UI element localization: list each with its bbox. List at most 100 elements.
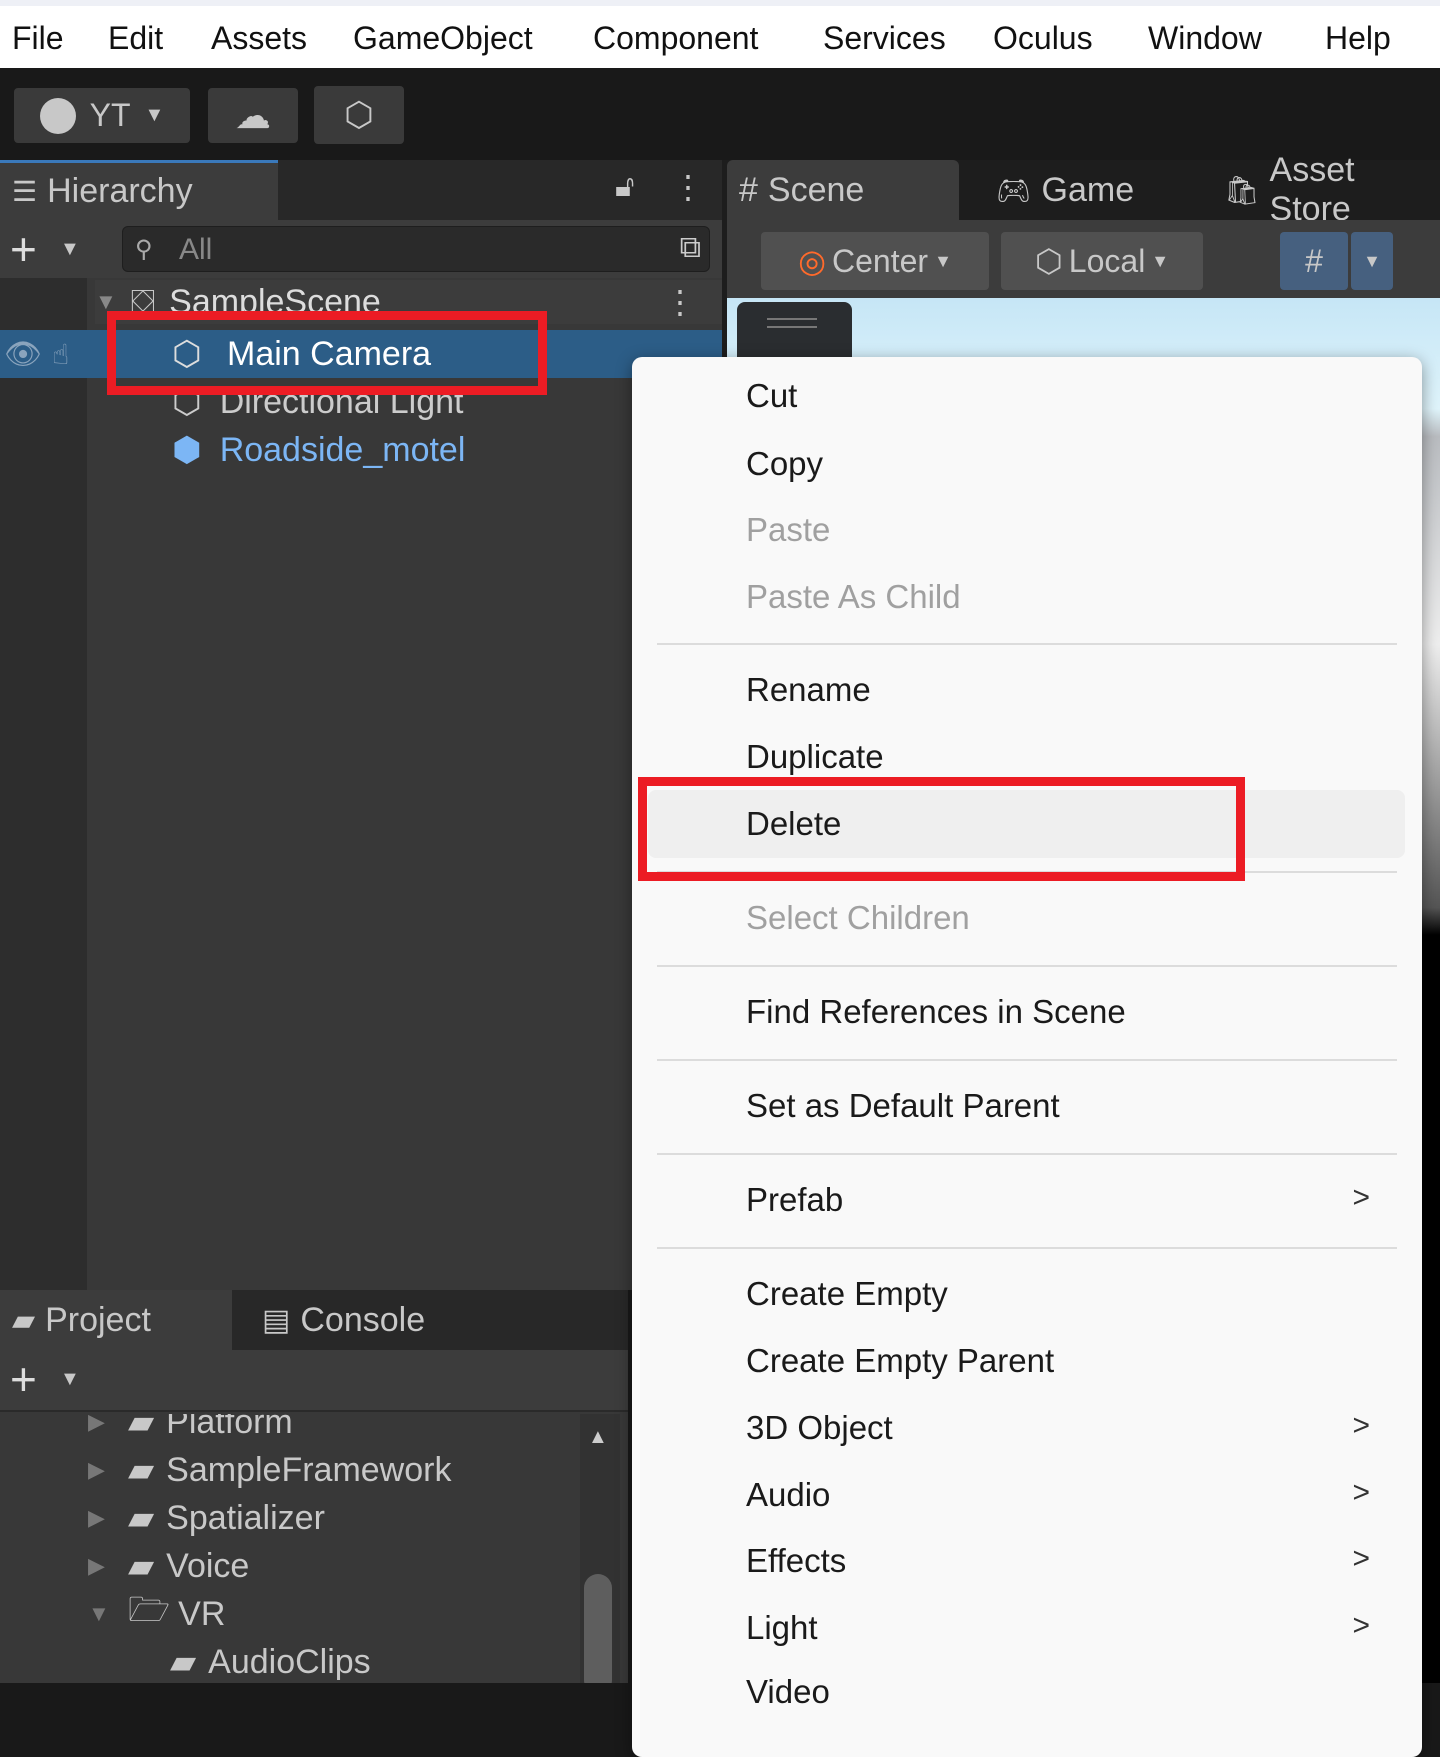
item-label: Roadside_motel <box>219 430 466 469</box>
tab-scene[interactable]: # Scene <box>727 160 959 220</box>
account-button[interactable]: YT ▼ <box>14 88 190 143</box>
folder-item[interactable]: ▶ ▰ Voice <box>88 1542 249 1590</box>
search-placeholder: All <box>179 233 213 266</box>
menu-item-effects[interactable]: Effects <box>746 1542 846 1580</box>
menu-services[interactable]: Services <box>823 20 946 57</box>
lock-icon[interactable]: 🔓︎ <box>615 170 634 204</box>
folder-item[interactable]: ▶ ▰ SampleFramework <box>88 1446 451 1494</box>
menu-item-audio[interactable]: Audio <box>746 1476 830 1514</box>
menu-gameobject[interactable]: GameObject <box>353 20 533 57</box>
folder-item[interactable]: ▶ ▰ Platform <box>88 1414 293 1446</box>
tab-game[interactable]: 🎮︎ Game <box>984 160 1134 220</box>
tab-console[interactable]: ▤ Console <box>250 1290 425 1350</box>
menu-item-video[interactable]: Video <box>746 1673 830 1711</box>
menu-bar: File Edit Assets GameObject Component Se… <box>0 0 1440 68</box>
chevron-down-icon[interactable]: ▼ <box>60 1368 80 1391</box>
pivot-icon: ◎ <box>798 243 827 279</box>
list-item[interactable]: ⬢ Roadside_motel <box>172 426 465 474</box>
folder-icon: ▰ <box>12 1303 36 1337</box>
menu-item-light[interactable]: Light <box>746 1609 818 1647</box>
menu-edit[interactable]: Edit <box>108 20 163 57</box>
overlay-menu-handle[interactable] <box>737 302 852 362</box>
menu-item-3d-object[interactable]: 3D Object <box>746 1409 893 1447</box>
menu-assets[interactable]: Assets <box>211 20 307 57</box>
search-input[interactable]: ⚲ All ⧉ <box>122 226 710 272</box>
grid-snap-dropdown[interactable]: ▼ <box>1351 232 1393 290</box>
expand-arrow-icon[interactable]: ▶ <box>88 1553 128 1579</box>
eye-icon[interactable]: 👁︎ <box>4 337 42 372</box>
menu-item-cut[interactable]: Cut <box>746 377 797 415</box>
menu-separator <box>657 1153 1397 1155</box>
more-icon[interactable]: ⋮ <box>672 168 704 206</box>
hamburger-icon <box>767 318 817 328</box>
folder-icon: ▰ <box>128 1414 155 1441</box>
menu-item-find-references[interactable]: Find References in Scene <box>746 993 1126 1031</box>
folder-label: Platform <box>166 1414 293 1441</box>
add-icon[interactable]: + <box>10 222 37 276</box>
expand-arrow-icon[interactable]: ▶ <box>88 1414 128 1435</box>
menu-item-duplicate[interactable]: Duplicate <box>746 738 884 776</box>
menu-oculus[interactable]: Oculus <box>993 20 1093 57</box>
tab-hierarchy[interactable]: ☰ Hierarchy <box>0 160 278 220</box>
menu-item-create-empty[interactable]: Create Empty <box>746 1275 948 1313</box>
cloud-button[interactable]: ☁ <box>208 88 298 143</box>
menu-item-paste-as-child: Paste As Child <box>746 578 961 615</box>
menu-file[interactable]: File <box>12 20 64 57</box>
menu-item-prefab[interactable]: Prefab <box>746 1181 843 1219</box>
tab-label: Project <box>45 1300 151 1339</box>
cloud-icon: ☁ <box>235 94 271 136</box>
tab-asset-store[interactable]: 🛍︎ Asset Store <box>1212 151 1440 228</box>
shopping-bag-icon: 🛍︎ <box>1224 174 1260 206</box>
folder-icon: ▰ <box>170 1643 197 1681</box>
pivot-center-dropdown[interactable]: ◎ Center ▼ <box>761 232 989 290</box>
menu-item-copy[interactable]: Copy <box>746 445 823 483</box>
expand-arrow-icon[interactable]: ▶ <box>88 1457 128 1483</box>
tab-label: Game <box>1041 170 1135 209</box>
chevron-down-icon[interactable]: ▼ <box>60 238 80 261</box>
highlight-box-main-camera <box>107 311 547 395</box>
tab-label: Scene <box>767 170 865 209</box>
menu-item-create-empty-parent[interactable]: Create Empty Parent <box>746 1342 1054 1380</box>
more-icon[interactable]: ⋮ <box>664 283 696 321</box>
collapse-arrow-icon[interactable]: ▼ <box>88 1601 128 1627</box>
scene-search-icon[interactable]: ⧉ <box>680 231 701 265</box>
menu-help[interactable]: Help <box>1325 20 1391 57</box>
hierarchy-tabbar: ☰ Hierarchy 🔓︎ ⋮ <box>0 160 722 220</box>
folder-item[interactable]: ▰ AudioClips <box>170 1638 371 1683</box>
pick-hand-icon[interactable]: ☝︎ <box>52 338 69 371</box>
user-icon <box>39 97 76 134</box>
menu-item-rename[interactable]: Rename <box>746 671 871 709</box>
hierarchy-toolbar: + ▼ ⚲ All ⧉ <box>0 220 722 278</box>
folder-label: Spatializer <box>166 1498 325 1537</box>
add-icon[interactable]: + <box>10 1352 37 1406</box>
list-icon: ☰ <box>12 176 38 207</box>
gamepad-icon: 🎮︎ <box>996 174 1032 206</box>
menu-item-select-children: Select Children <box>746 899 970 936</box>
tab-label: Hierarchy <box>47 172 193 210</box>
folder-icon: ▰ <box>128 1451 155 1489</box>
pivot-label: Center <box>832 242 929 279</box>
grid-snap-button[interactable]: # <box>1280 232 1348 290</box>
grid-icon: # <box>739 170 758 209</box>
space-local-dropdown[interactable]: ⬡ Local ▼ <box>1001 232 1203 290</box>
folder-item[interactable]: ▼ 🗁︎ VR <box>88 1590 225 1638</box>
context-menu: Cut Copy Paste Paste As Child Rename Dup… <box>632 357 1422 1757</box>
chevron-right-icon: > <box>1352 1409 1370 1442</box>
folder-item[interactable]: ▶ ▰ Spatializer <box>88 1494 325 1542</box>
expand-arrow-icon[interactable]: ▶ <box>88 1505 128 1531</box>
console-icon: ▤ <box>262 1303 291 1337</box>
scrollbar-thumb[interactable] <box>584 1574 612 1683</box>
folder-label: AudioClips <box>208 1642 371 1681</box>
collab-button[interactable]: ⬡ <box>314 86 404 144</box>
main-toolbar: YT ▼ ☁ ⬡ <box>0 68 1440 160</box>
space-label: Local <box>1068 242 1146 279</box>
tab-project[interactable]: ▰ Project <box>0 1290 232 1350</box>
project-panel: ▰ Project ▤ Console + ▼ ▶ ▰ Platform ▶ ▰ Sampl… <box>0 1290 628 1683</box>
menu-item-set-default-parent[interactable]: Set as Default Parent <box>746 1087 1060 1125</box>
scrollbar[interactable]: ▲ <box>580 1414 620 1683</box>
chevron-right-icon: > <box>1352 1181 1370 1214</box>
menu-component[interactable]: Component <box>593 20 758 57</box>
scroll-up-icon[interactable]: ▲ <box>588 1426 608 1449</box>
local-cube-icon: ⬡ <box>1034 243 1063 279</box>
menu-window[interactable]: Window <box>1148 20 1262 57</box>
